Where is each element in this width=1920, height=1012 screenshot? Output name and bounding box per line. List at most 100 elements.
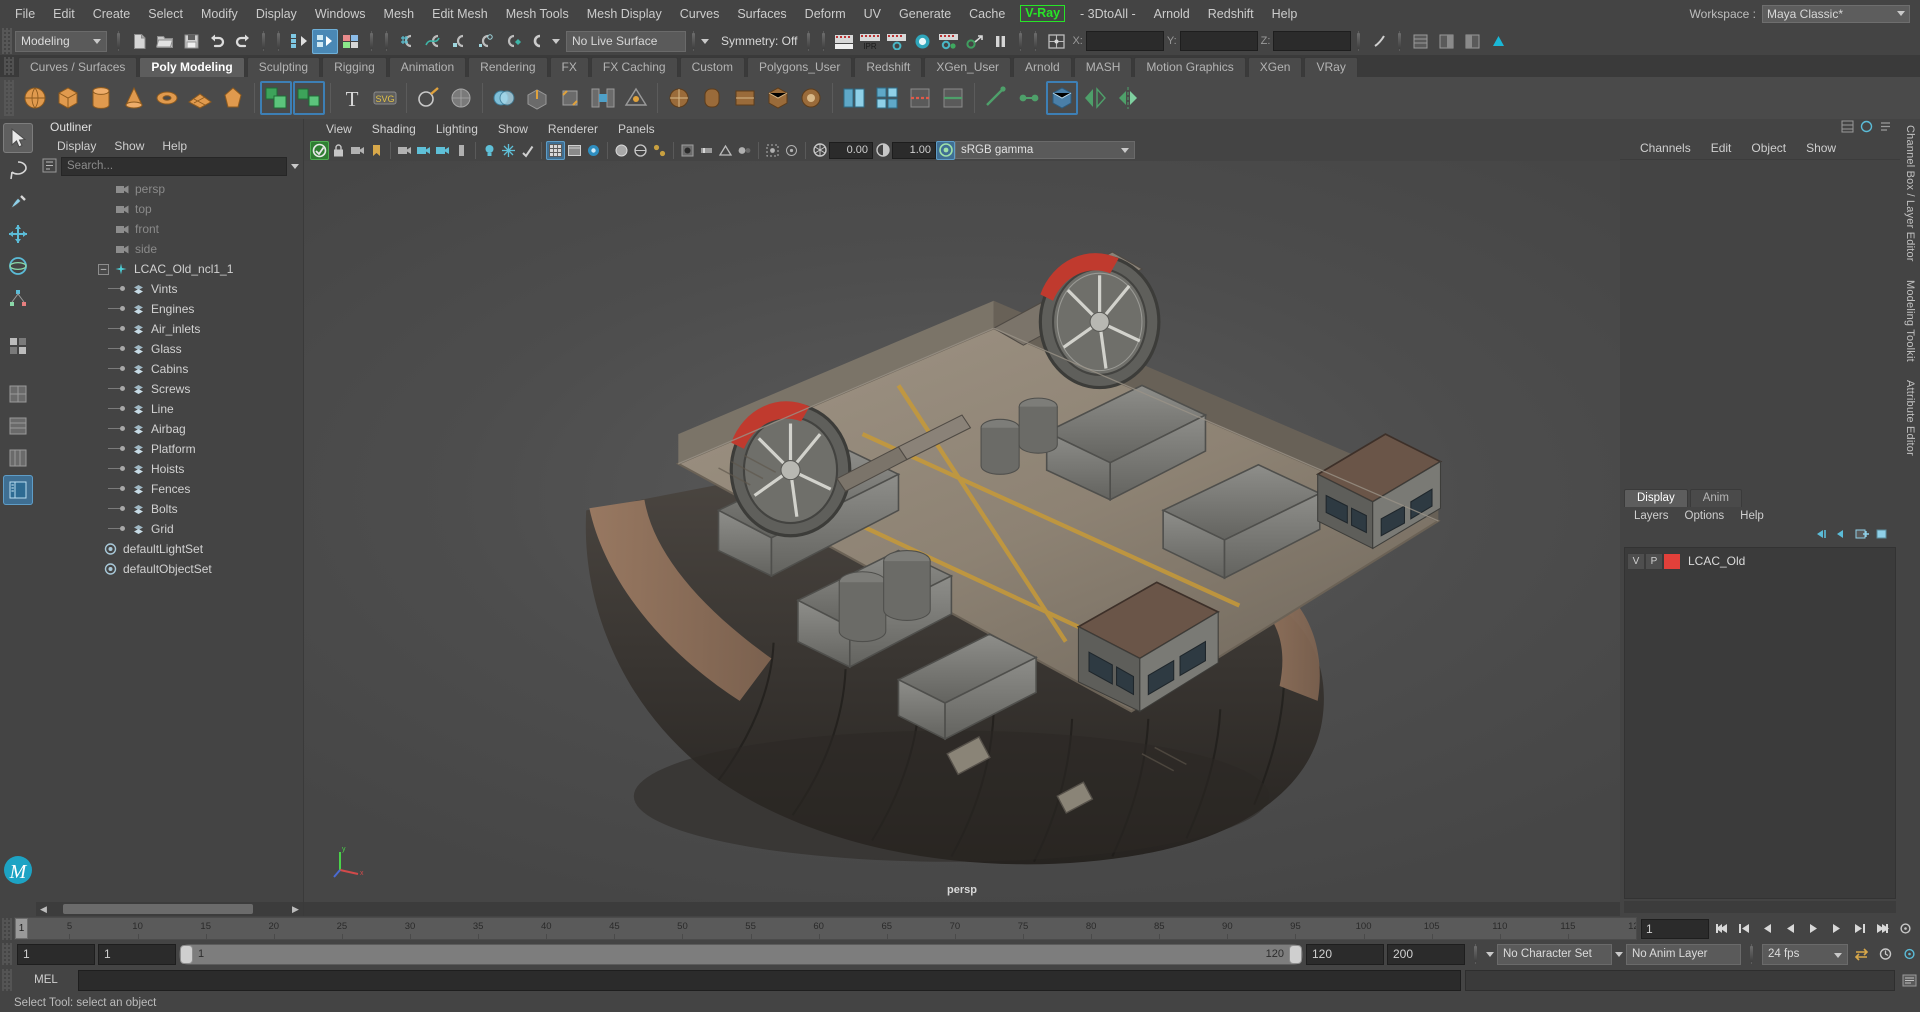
menu-item-mesh[interactable]: Mesh (375, 3, 424, 25)
menu-item-create[interactable]: Create (84, 3, 140, 25)
viewport-menu-show[interactable]: Show (488, 120, 538, 138)
time-slider-gripper[interactable] (2, 917, 12, 940)
wireframe-shaded-icon[interactable] (546, 140, 565, 160)
outliner-item-lcac_old_ncl1_1[interactable]: – LCAC_Old_ncl1_1 (36, 259, 303, 279)
attribute-editor-icon[interactable] (1860, 120, 1873, 136)
playback-loop-icon[interactable] (1851, 944, 1872, 965)
menu-item-arnold[interactable]: Arnold (1145, 3, 1199, 25)
select-by-hierarchy-icon[interactable] (286, 29, 312, 54)
numeric-input-mode-icon[interactable] (1366, 29, 1392, 54)
shelf-tab-rigging[interactable]: Rigging (322, 57, 387, 77)
smooth-shade-all-icon[interactable] (612, 141, 631, 160)
shelf-tab-poly-modeling[interactable]: Poly Modeling (139, 57, 245, 77)
render-region-icon[interactable] (935, 29, 961, 54)
layer-editor-menu-help[interactable]: Help (1732, 508, 1772, 524)
shelf-tab-motion-graphics[interactable]: Motion Graphics (1134, 57, 1246, 77)
select-tool-icon[interactable] (3, 123, 33, 153)
step-back-frame-icon[interactable] (1757, 918, 1778, 939)
shelf-tab-redshift[interactable]: Redshift (854, 57, 923, 77)
exposure-icon[interactable] (810, 141, 829, 160)
poly-uv-cut-icon[interactable] (904, 81, 936, 115)
tab-attribute-editor[interactable]: Attribute Editor (1904, 380, 1916, 456)
snap-options-chevron-down-icon[interactable] (552, 38, 560, 44)
outliner-filter-icon[interactable] (42, 158, 57, 176)
shaded-mode-icon[interactable] (565, 141, 584, 160)
gate-mask-icon[interactable] (452, 141, 471, 160)
display-layer-list[interactable]: V P LCAC_Old (1624, 547, 1896, 899)
poly-crease-icon[interactable] (1046, 81, 1078, 115)
scroll-right-icon[interactable]: ▶ (290, 904, 301, 915)
menu-item-mesh-display[interactable]: Mesh Display (578, 3, 671, 25)
render-settings-icon[interactable] (883, 29, 909, 54)
collapse-expander[interactable]: – (98, 263, 109, 275)
poly-boolean-union-icon[interactable] (488, 81, 520, 115)
layer-editor-menu-options[interactable]: Options (1677, 508, 1733, 524)
layer-visibility-toggle[interactable]: V (1627, 552, 1645, 570)
outliner-item-defaultlightset[interactable]: defaultLightSet (36, 539, 303, 559)
viewport-menu-view[interactable]: View (316, 120, 362, 138)
outliner-horizontal-scrollbar[interactable]: ◀ ▶ (36, 902, 303, 916)
outliner-item-line[interactable]: Line (36, 399, 303, 419)
viewport-menu-renderer[interactable]: Renderer (538, 120, 608, 138)
render-view-icon[interactable] (909, 29, 935, 54)
go-to-start-icon[interactable] (1711, 918, 1732, 939)
animation-preferences-settings-icon[interactable] (1899, 944, 1920, 965)
poly-uv-sew-icon[interactable] (937, 81, 969, 115)
isolate-select-icon[interactable] (763, 141, 782, 160)
outliner-item-engines[interactable]: Engines (36, 299, 303, 319)
poly-cylinder-icon[interactable] (85, 81, 117, 115)
new-scene-icon[interactable] (126, 29, 152, 54)
status-line-gripper[interactable] (2, 28, 12, 54)
outliner-menu-help[interactable]: Help (153, 138, 196, 155)
magnet-icon[interactable] (524, 29, 550, 54)
workspace-selector[interactable]: Maya Classic* (1762, 4, 1910, 23)
script-editor-icon[interactable] (1899, 970, 1920, 991)
poly-uv-camera-map-icon[interactable] (795, 81, 827, 115)
poly-sphere-icon[interactable] (19, 81, 51, 115)
two-sided-lighting-icon[interactable] (480, 141, 499, 160)
snap-to-point-icon[interactable] (446, 29, 472, 54)
shelf-tab-fx-caching[interactable]: FX Caching (590, 57, 678, 77)
motion-blur-icon[interactable] (697, 141, 716, 160)
display-layer-row[interactable]: V P LCAC_Old (1625, 551, 1895, 571)
single-perspective-layout-icon[interactable] (3, 379, 33, 409)
poly-cone-icon[interactable] (118, 81, 150, 115)
menu-item-generate[interactable]: Generate (890, 3, 960, 25)
shelf-tab-xgen-user[interactable]: XGen_User (924, 57, 1012, 77)
poly-extrude-icon[interactable] (521, 81, 553, 115)
poly-mirror-icon[interactable] (1079, 81, 1111, 115)
current-frame-field[interactable]: 1 (1641, 918, 1709, 939)
resolution-gate-icon[interactable] (433, 141, 452, 160)
poly-bridge-icon[interactable] (587, 81, 619, 115)
axis-z-input[interactable] (1273, 31, 1352, 51)
playback-end-time-field[interactable]: 120 (1306, 943, 1384, 965)
menu-item-curves[interactable]: Curves (671, 3, 729, 25)
layer-editor-tab-display[interactable]: Display (1624, 489, 1688, 507)
command-language-label[interactable]: MEL (18, 974, 74, 986)
animation-start-time-field[interactable]: 1 (17, 943, 95, 965)
select-by-object-type-icon[interactable] (312, 28, 338, 54)
select-by-component-type-icon[interactable] (338, 29, 364, 54)
playback-start-time-field[interactable]: 1 (98, 943, 176, 965)
axis-x-input[interactable] (1085, 31, 1164, 51)
create-layer-from-selected-icon[interactable] (1876, 528, 1890, 543)
paint-select-tool-icon[interactable] (3, 187, 33, 217)
step-back-keyframe-icon[interactable] (1734, 918, 1755, 939)
channel-box-menu-show[interactable]: Show (1796, 138, 1846, 158)
layer-editor-scrollbar[interactable] (1624, 901, 1896, 913)
outliner-item-screws[interactable]: Screws (36, 379, 303, 399)
outliner-item-hoists[interactable]: Hoists (36, 459, 303, 479)
layer-move-down-icon[interactable] (1834, 528, 1848, 543)
play-backwards-icon[interactable] (1780, 918, 1801, 939)
outliner-menu-display[interactable]: Display (48, 138, 105, 155)
texture-toggle-icon[interactable] (584, 141, 603, 160)
outliner-persp-layout-icon[interactable] (3, 475, 33, 505)
layer-editor-menu-layers[interactable]: Layers (1626, 508, 1677, 524)
shelf-tab-polygons-user[interactable]: Polygons_User (746, 57, 853, 77)
menu-item-redshift[interactable]: Redshift (1199, 3, 1263, 25)
range-start-handle[interactable] (180, 944, 193, 964)
menu-item-cache[interactable]: Cache (960, 3, 1014, 25)
move-tool-icon[interactable] (3, 219, 33, 249)
film-gate-icon[interactable] (414, 141, 433, 160)
poly-uv-cylinder-map-icon[interactable] (696, 81, 728, 115)
